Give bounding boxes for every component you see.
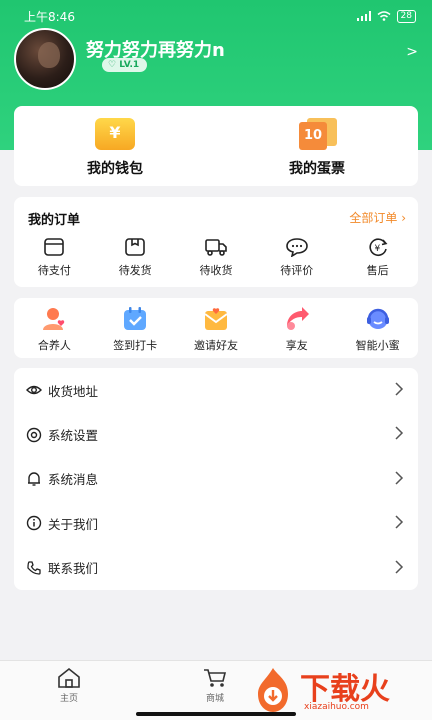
home-indicator xyxy=(136,712,296,716)
tab-home[interactable]: 主页 xyxy=(56,667,82,704)
chevron-right-icon xyxy=(395,382,404,396)
ticket-button[interactable]: 10 我的蛋票 xyxy=(216,106,418,186)
order-pending-shipment[interactable]: 待发货 xyxy=(95,237,176,278)
services-card: 合养人 签到打卡 邀请好友 享友 智能小蜜 xyxy=(14,298,418,358)
order-pending-receipt[interactable]: 待收货 xyxy=(176,237,257,278)
avatar[interactable] xyxy=(14,28,76,90)
level-badge: ♡ LV.1 xyxy=(102,58,148,72)
tab-mall[interactable]: 商城 xyxy=(202,667,228,704)
settings-menu: 收货地址 系统设置 系统消息 关于我们 联系我们 xyxy=(14,368,418,590)
truck-icon xyxy=(205,239,227,256)
service-share[interactable]: 享友 xyxy=(256,306,337,353)
eye-icon xyxy=(26,385,42,395)
order-pending-review[interactable]: 待评价 xyxy=(256,237,337,278)
ticket-label: 我的蛋票 xyxy=(289,161,345,177)
settings-icon xyxy=(26,427,42,442)
wallet-button[interactable]: ¥ 我的钱包 xyxy=(14,106,216,186)
order-pending-payment[interactable]: 待支付 xyxy=(14,237,95,278)
level-text: LV.1 xyxy=(119,60,140,70)
chevron-right-icon xyxy=(395,426,404,440)
share-icon xyxy=(286,307,309,330)
phone-icon xyxy=(27,561,41,575)
chevron-right-icon xyxy=(395,515,404,529)
watermark-url: xiazaihuo.com xyxy=(304,702,369,712)
service-assistant[interactable]: 智能小蜜 xyxy=(337,306,418,353)
orders-card: 我的订单 全部订单 › 待支付 待发货 待收货 待评价 ¥ 售后 xyxy=(14,197,418,287)
cart-icon xyxy=(204,669,227,687)
wifi-icon xyxy=(377,11,391,21)
service-invite[interactable]: 邀请好友 xyxy=(176,306,257,353)
invite-icon xyxy=(204,308,228,330)
wallet-label: 我的钱包 xyxy=(87,161,143,177)
comment-icon xyxy=(285,238,308,257)
svg-text:¥: ¥ xyxy=(374,244,380,254)
refund-icon: ¥ xyxy=(368,238,388,256)
checkin-icon xyxy=(124,307,147,330)
card-icon xyxy=(44,238,65,256)
ticket-icon: 10 xyxy=(297,118,337,150)
profile-chevron-icon[interactable]: > xyxy=(406,44,418,60)
signal-icon xyxy=(356,11,371,21)
partner-icon xyxy=(43,308,65,330)
bell-icon xyxy=(28,472,40,486)
assets-card: ¥ 我的钱包 10 我的蛋票 xyxy=(14,106,418,186)
chevron-right-icon xyxy=(395,560,404,574)
chevron-right-icon xyxy=(395,471,404,485)
assistant-icon xyxy=(366,308,389,329)
watermark-logo xyxy=(258,668,288,712)
order-after-sales[interactable]: ¥ 售后 xyxy=(337,237,418,278)
menu-contact-us[interactable]: 联系我们 xyxy=(14,546,418,590)
home-icon xyxy=(58,667,80,688)
menu-system-settings[interactable]: 系统设置 xyxy=(14,412,418,456)
battery-indicator: 28 xyxy=(396,9,416,23)
box-icon xyxy=(125,238,145,256)
watermark: 下载火 xiazaihuo.com xyxy=(248,664,424,716)
menu-system-messages[interactable]: 系统消息 xyxy=(14,457,418,501)
service-partner[interactable]: 合养人 xyxy=(14,306,95,353)
wallet-icon: ¥ xyxy=(95,118,135,150)
service-checkin[interactable]: 签到打卡 xyxy=(95,306,176,353)
status-bar: 上午8:46 28 xyxy=(24,6,416,26)
orders-title: 我的订单 xyxy=(28,213,81,228)
all-orders-link[interactable]: 全部订单 › xyxy=(349,209,406,226)
menu-shipping-address[interactable]: 收货地址 xyxy=(14,368,418,412)
status-time: 上午8:46 xyxy=(24,9,75,24)
info-icon xyxy=(26,516,42,531)
menu-about-us[interactable]: 关于我们 xyxy=(14,501,418,545)
